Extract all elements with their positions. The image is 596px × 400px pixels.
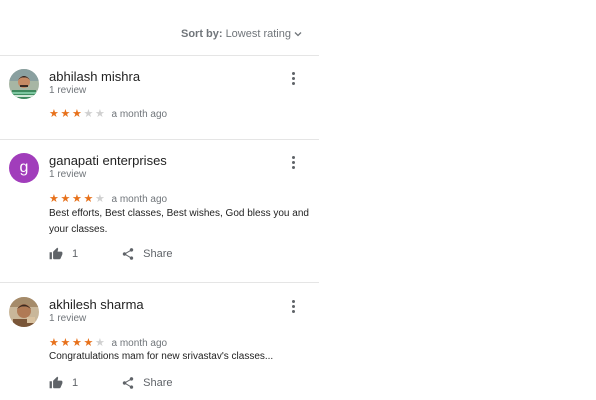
divider: [0, 55, 319, 56]
rating-row: ★ ★ ★ ★ ★ a month ago: [49, 337, 167, 349]
star-rating: ★ ★ ★ ★ ★: [49, 337, 107, 349]
more-options-button[interactable]: [285, 155, 301, 173]
like-button[interactable]: 1: [49, 247, 78, 261]
share-label: Share: [143, 248, 173, 260]
review-time: a month ago: [111, 193, 168, 205]
star-filled-icon: ★: [72, 337, 82, 349]
share-icon: [122, 248, 134, 260]
share-icon: [122, 377, 134, 389]
reviewer-name[interactable]: abhilash mishra: [49, 69, 140, 84]
review-item: g ganapati enterprises 1 review ★ ★ ★ ★ ★ a …: [0, 153, 319, 268]
review-time: a month ago: [111, 337, 168, 349]
star-filled-icon: ★: [60, 337, 71, 349]
star-empty-icon: ★: [95, 108, 105, 120]
reviewer-name[interactable]: akhilesh sharma: [49, 297, 144, 312]
more-vert-icon: [291, 72, 295, 75]
thumb-up-icon: [49, 376, 63, 389]
star-filled-icon: ★: [60, 193, 71, 205]
like-button[interactable]: 1: [49, 376, 78, 390]
rating-row: ★ ★ ★ ★ ★ a month ago: [49, 108, 167, 120]
review-item: abhilash mishra 1 review ★ ★ ★ ★ ★ a month a…: [0, 69, 319, 129]
sort-label: Sort by:: [181, 28, 223, 40]
star-empty-icon: ★: [95, 193, 105, 205]
review-actions: 1 Share: [49, 247, 172, 261]
avatar-photo-icon: [9, 297, 39, 327]
review-actions: 1 Share: [49, 376, 172, 390]
divider: [0, 139, 319, 140]
review-count: 1 review: [49, 169, 87, 180]
star-filled-icon: ★: [60, 108, 71, 120]
star-filled-icon: ★: [72, 108, 82, 120]
like-count: 1: [72, 377, 79, 389]
more-options-button[interactable]: [285, 299, 301, 317]
sort-bar: Sort by: Lowest rating: [0, 26, 319, 44]
review-text: Best efforts, Best classes, Best wishes,…: [49, 208, 309, 235]
avatar-photo-icon: [9, 69, 39, 99]
more-vert-icon: [291, 300, 295, 303]
star-empty-icon: ★: [83, 108, 94, 120]
rating-row: ★ ★ ★ ★ ★ a month ago: [49, 193, 167, 205]
star-empty-icon: ★: [95, 337, 105, 349]
star-filled-icon: ★: [49, 193, 59, 205]
sort-dropdown[interactable]: Sort by: Lowest rating: [181, 28, 303, 40]
star-filled-icon: ★: [49, 108, 59, 120]
reviews-panel: Sort by: Lowest rating abhilash mishra 1…: [0, 0, 319, 400]
avatar[interactable]: [9, 297, 39, 327]
star-rating: ★ ★ ★ ★ ★: [49, 108, 107, 120]
sort-value: Lowest rating: [225, 28, 291, 40]
share-label: Share: [143, 377, 173, 389]
chevron-down-icon: [294, 32, 302, 37]
star-filled-icon: ★: [49, 337, 59, 349]
more-options-button[interactable]: [285, 71, 301, 89]
avatar[interactable]: g: [9, 153, 39, 183]
thumb-up-icon: [49, 247, 63, 260]
star-filled-icon: ★: [72, 193, 82, 205]
review-count: 1 review: [49, 313, 87, 324]
star-filled-icon: ★: [83, 193, 94, 205]
share-button[interactable]: Share: [121, 247, 172, 261]
divider: [0, 282, 319, 283]
star-filled-icon: ★: [83, 337, 94, 349]
more-vert-icon: [291, 156, 295, 159]
review-text: Congratulations mam for new srivastav's …: [49, 351, 274, 362]
review-time: a month ago: [111, 108, 168, 120]
reviewer-name[interactable]: ganapati enterprises: [49, 153, 167, 168]
star-rating: ★ ★ ★ ★ ★: [49, 193, 107, 205]
avatar[interactable]: [9, 69, 39, 99]
review-item: akhilesh sharma 1 review ★ ★ ★ ★ ★ a month a…: [0, 297, 319, 397]
review-count: 1 review: [49, 85, 87, 96]
share-button[interactable]: Share: [121, 376, 172, 390]
like-count: 1: [72, 248, 79, 260]
